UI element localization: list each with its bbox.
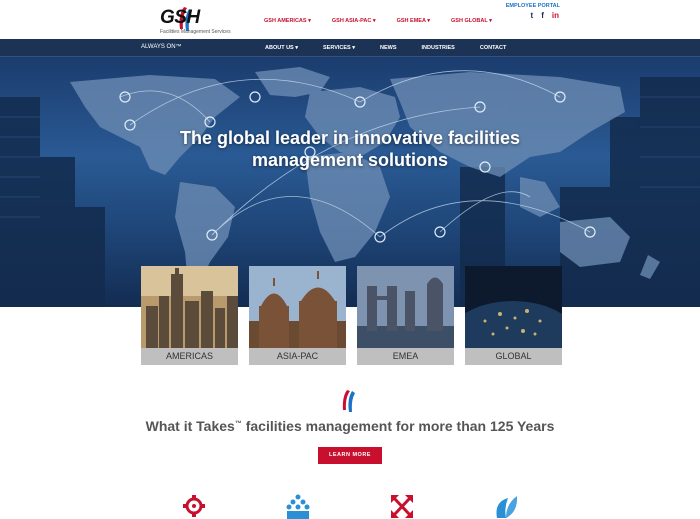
slogan: ALWAYS ON™ [141, 44, 182, 50]
twitter-icon[interactable]: t [531, 11, 534, 20]
card-label-americas[interactable]: AMERICAS [141, 348, 238, 365]
hero-title-line-2: management solutions [251, 150, 449, 170]
asia-pac-photo[interactable] [249, 266, 346, 348]
card-americas[interactable]: AMERICAS [141, 266, 238, 365]
nav-about-us[interactable]: ABOUT US ▾ [265, 45, 298, 51]
linkedin-icon[interactable]: in [552, 11, 559, 20]
hero-title-line-1: The global leader in innovative faciliti… [179, 128, 521, 148]
gear-icon[interactable] [182, 494, 206, 519]
card-label-emea[interactable]: EMEA [357, 348, 454, 365]
expand-arrows-icon[interactable] [390, 494, 414, 519]
people-icon[interactable] [285, 494, 311, 519]
emea-photo[interactable] [357, 266, 454, 348]
tagline-post: facilities management for more than 125 … [241, 418, 555, 434]
logo-text[interactable]: GSH [160, 7, 200, 29]
main-nav: ABOUT US ▾ SERVICES ▾ NEWS INDUSTRIES CO… [265, 45, 531, 51]
americas-photo[interactable] [141, 266, 238, 348]
feature-icons [0, 494, 700, 519]
employee-portal-link[interactable]: EMPLOYEE PORTAL [506, 3, 560, 9]
region-link-americas[interactable]: GSH AMERICAS ▾ [264, 18, 311, 24]
card-global[interactable]: GLOBAL [465, 266, 562, 365]
global-photo[interactable] [465, 266, 562, 348]
nav-services[interactable]: SERVICES ▾ [323, 45, 355, 51]
top-header: GSH Facilities Management Services GSH A… [0, 0, 700, 39]
region-link-asia-pac[interactable]: GSH ASIA-PAC ▾ [332, 18, 376, 24]
nav-contact[interactable]: CONTACT [480, 45, 506, 51]
learn-more-button[interactable]: LEARN MORE [318, 447, 382, 464]
tagline-pre: What it Takes [145, 418, 235, 434]
region-link-emea[interactable]: GSH EMEA ▾ [397, 18, 430, 24]
card-asia-pac[interactable]: ASIA-PAC [249, 266, 346, 365]
region-link-global[interactable]: GSH GLOBAL ▾ [451, 18, 492, 24]
card-label-global[interactable]: GLOBAL [465, 348, 562, 365]
nav-industries[interactable]: INDUSTRIES [422, 45, 455, 51]
nav-news[interactable]: NEWS [380, 45, 397, 51]
card-label-asia-pac[interactable]: ASIA-PAC [249, 348, 346, 365]
gsh-mark-icon [342, 390, 355, 412]
main-navbar: ALWAYS ON™ ABOUT US ▾ SERVICES ▾ NEWS IN… [0, 39, 700, 57]
hero-title: The global leader in innovative faciliti… [0, 127, 700, 171]
facebook-icon[interactable]: f [541, 11, 544, 20]
region-nav: GSH AMERICAS ▾ GSH ASIA-PAC ▾ GSH EMEA ▾… [264, 18, 513, 24]
logo-tagline: Facilities Management Services [160, 29, 231, 35]
region-cards: AMERICAS ASIA-PAC EMEA GLOBAL [141, 266, 562, 365]
section-tagline: What it Takes™ facilities management for… [0, 418, 700, 434]
card-emea[interactable]: EMEA [357, 266, 454, 365]
leaf-icon[interactable] [494, 494, 518, 519]
social-links: t f in [531, 11, 559, 20]
tagline-tm: ™ [234, 420, 242, 428]
